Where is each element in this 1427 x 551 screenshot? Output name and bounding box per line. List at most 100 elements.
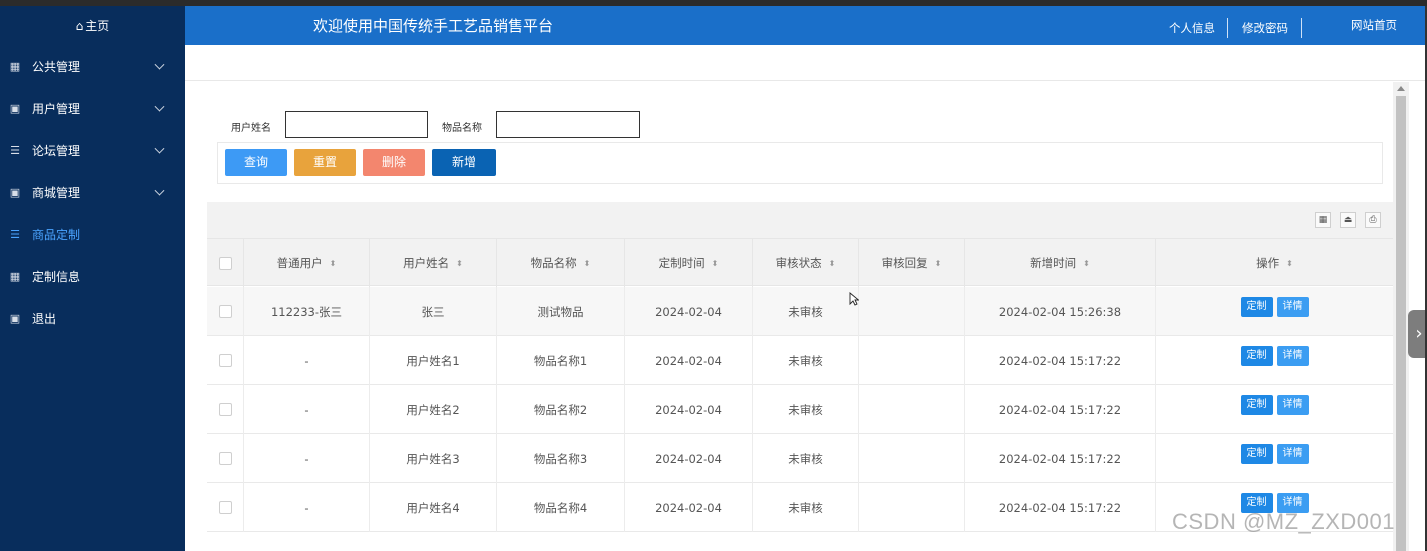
- delete-button[interactable]: 删除: [363, 149, 425, 176]
- sort-icon[interactable]: ⬍: [712, 259, 719, 268]
- item-name-search-input[interactable]: [496, 111, 640, 138]
- sidebar-item-2[interactable]: ☰ 论坛管理: [0, 129, 185, 171]
- cell-item: 物品名称2: [496, 385, 624, 434]
- detail-button[interactable]: 详情: [1276, 395, 1309, 415]
- column-header-label: 审核回复: [881, 256, 928, 270]
- row-checkbox[interactable]: [218, 305, 232, 318]
- row-checkbox[interactable]: [218, 403, 232, 416]
- row-checkbox[interactable]: [218, 452, 232, 465]
- scrollbar-thumb[interactable]: [1396, 96, 1406, 551]
- column-header[interactable]: 普通用户 ⬍: [243, 239, 369, 287]
- column-header[interactable]: 用户姓名 ⬍: [369, 239, 496, 287]
- cell-user: -: [243, 385, 369, 434]
- cell-name: 用户姓名3: [369, 434, 496, 483]
- reset-button[interactable]: 重置: [294, 149, 356, 176]
- sidebar-item-4[interactable]: ☰ 商品定制: [0, 213, 185, 255]
- sort-icon[interactable]: ⬍: [1286, 259, 1293, 268]
- watermark-text: CSDN @MZ_ZXD001: [1172, 509, 1395, 534]
- row-checkbox[interactable]: [218, 354, 232, 367]
- chevron-down-icon: [154, 101, 165, 112]
- sidebar-home[interactable]: ⌂ 主页: [0, 6, 185, 45]
- header-divider: [1301, 18, 1302, 38]
- mouse-cursor-icon: [849, 292, 859, 306]
- column-header[interactable]: 操作 ⬍: [1155, 239, 1393, 287]
- detail-button[interactable]: 详情: [1276, 444, 1309, 464]
- customize-button[interactable]: 定制: [1240, 395, 1273, 415]
- cell-date: 2024-02-04: [624, 385, 752, 434]
- vertical-scrollbar[interactable]: [1393, 82, 1409, 551]
- top-header: 欢迎使用中国传统手工艺品销售平台 个人信息 修改密码 网站首页: [185, 6, 1425, 45]
- list-icon: ☰: [10, 143, 20, 157]
- scroll-up-icon[interactable]: [1397, 86, 1405, 91]
- sort-icon[interactable]: ⬍: [330, 259, 337, 268]
- cell-reply: [858, 385, 964, 434]
- detail-button[interactable]: 详情: [1276, 346, 1309, 366]
- row-select-cell: [207, 287, 243, 336]
- cell-status: 未审核: [752, 385, 858, 434]
- columns-filter-icon[interactable]: ▦: [1315, 212, 1331, 228]
- cell-user: 112233-张三: [243, 287, 369, 336]
- column-header[interactable]: 新增时间 ⬍: [964, 239, 1155, 287]
- cell-created: 2024-02-04 15:17:22: [964, 336, 1155, 385]
- sort-icon[interactable]: ⬍: [935, 259, 942, 268]
- column-header[interactable]: 审核状态 ⬍: [752, 239, 858, 287]
- sidebar-item-1[interactable]: ▣ 用户管理: [0, 87, 185, 129]
- row-checkbox[interactable]: [218, 501, 232, 514]
- cell-status: 未审核: [752, 336, 858, 385]
- column-header-label: 审核状态: [775, 256, 822, 270]
- sidebar-item-label: 用户管理: [32, 101, 81, 116]
- home-icon: ⌂: [75, 18, 84, 33]
- username-search-input[interactable]: [285, 111, 428, 138]
- add-button[interactable]: 新增: [432, 149, 496, 176]
- cell-status: 未审核: [752, 287, 858, 336]
- customize-button[interactable]: 定制: [1240, 346, 1273, 366]
- select-all-checkbox[interactable]: [218, 256, 232, 270]
- query-button[interactable]: 查询: [225, 149, 287, 176]
- cell-user: -: [243, 336, 369, 385]
- cell-item: 物品名称1: [496, 336, 624, 385]
- cell-actions: 定制 详情: [1155, 287, 1393, 336]
- column-header-label: 普通用户: [276, 256, 323, 270]
- cell-created: 2024-02-04 15:26:38: [964, 287, 1155, 336]
- cell-actions: 定制 详情: [1155, 336, 1393, 385]
- column-header-label: 物品名称: [530, 256, 577, 270]
- table-header: 普通用户 ⬍ 用户姓名 ⬍ 物品名称 ⬍ 定制时间 ⬍ 审核状态 ⬍ 审核回复 ⬍ 新增时间 ⬍ 操作 ⬍: [207, 238, 1393, 287]
- sidebar-item-6[interactable]: ▣ 退出: [0, 297, 185, 339]
- table-row[interactable]: 112233-张三 张三 测试物品 2024-02-04 未审核 2024-02-04 1…: [207, 287, 1393, 336]
- row-select-cell: [207, 434, 243, 483]
- sidebar-item-label: 定制信息: [32, 269, 81, 284]
- cell-reply: [858, 434, 964, 483]
- table-row[interactable]: - 用户姓名1 物品名称1 2024-02-04 未审核 2024-02-04 15:17…: [207, 336, 1393, 385]
- sidebar-item-label: 商品定制: [32, 227, 81, 242]
- site-home-link[interactable]: 网站首页: [1351, 17, 1397, 33]
- cell-actions: 定制 详情: [1155, 385, 1393, 434]
- cell-date: 2024-02-04: [624, 287, 752, 336]
- customize-button[interactable]: 定制: [1240, 297, 1273, 317]
- sort-icon[interactable]: ⬍: [829, 259, 836, 268]
- table-row[interactable]: - 用户姓名3 物品名称3 2024-02-04 未审核 2024-02-04 15:17…: [207, 434, 1393, 483]
- column-header[interactable]: 物品名称 ⬍: [496, 239, 624, 287]
- header-divider: [1227, 18, 1228, 38]
- sort-icon[interactable]: ⬍: [584, 259, 591, 268]
- export-icon[interactable]: ⏏: [1340, 212, 1356, 228]
- profile-link[interactable]: 个人信息: [1169, 20, 1215, 36]
- cell-user: -: [243, 483, 369, 532]
- cell-name: 用户姓名2: [369, 385, 496, 434]
- sort-icon[interactable]: ⬍: [456, 259, 463, 268]
- print-icon[interactable]: ⎙: [1365, 212, 1381, 228]
- cell-created: 2024-02-04 15:17:22: [964, 434, 1155, 483]
- change-password-link[interactable]: 修改密码: [1242, 20, 1288, 36]
- sidebar-item-5[interactable]: ▦ 定制信息: [0, 255, 185, 297]
- column-header[interactable]: 定制时间 ⬍: [624, 239, 752, 287]
- chevron-down-icon: [154, 59, 165, 70]
- customize-button[interactable]: 定制: [1240, 444, 1273, 464]
- cell-user: -: [243, 434, 369, 483]
- sort-icon[interactable]: ⬍: [1083, 259, 1090, 268]
- table-row[interactable]: - 用户姓名2 物品名称2 2024-02-04 未审核 2024-02-04 15:17…: [207, 385, 1393, 434]
- row-select-cell: [207, 385, 243, 434]
- column-header[interactable]: 审核回复 ⬍: [858, 239, 964, 287]
- sidebar-item-0[interactable]: ▦ 公共管理: [0, 45, 185, 87]
- grid-icon: ▦: [9, 59, 21, 73]
- sidebar-item-3[interactable]: ▣ 商城管理: [0, 171, 185, 213]
- detail-button[interactable]: 详情: [1276, 297, 1309, 317]
